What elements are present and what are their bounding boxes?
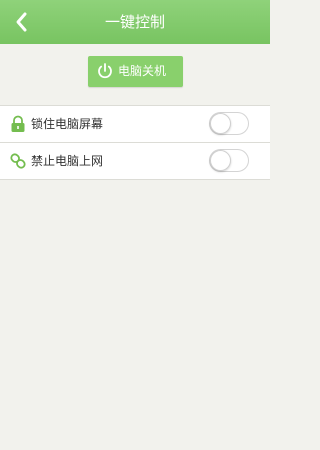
settings-list: 锁住电脑屏幕 禁止电脑上网 (0, 105, 270, 180)
power-icon (98, 63, 112, 79)
list-item-lock-screen: 锁住电脑屏幕 (0, 106, 270, 143)
page-title: 一键控制 (104, 13, 165, 31)
shutdown-button-label: 电脑关机 (118, 64, 167, 78)
shutdown-button[interactable]: 电脑关机 (88, 56, 183, 87)
block-internet-toggle[interactable] (209, 149, 249, 172)
lock-screen-toggle[interactable] (209, 112, 249, 135)
toggle-knob (210, 113, 231, 134)
lock-icon (11, 115, 25, 132)
top-bar: 一键控制 (0, 0, 270, 44)
block-internet-label: 禁止电脑上网 (31, 154, 104, 168)
lock-screen-label: 锁住电脑屏幕 (31, 117, 104, 131)
list-item-block-internet: 禁止电脑上网 (0, 143, 270, 180)
link-icon (10, 153, 26, 169)
toggle-knob (210, 150, 231, 171)
